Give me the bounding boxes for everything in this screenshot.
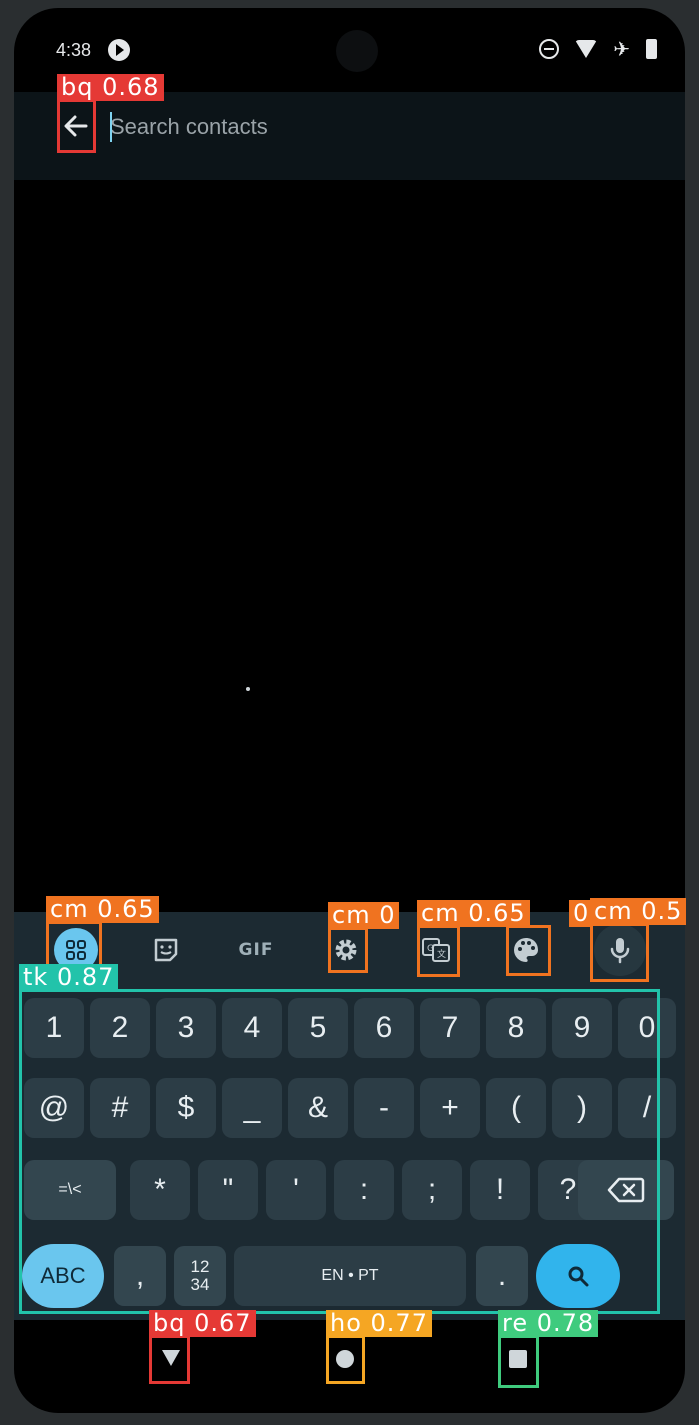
annotation-box-keyboard: tk 0.87 (19, 964, 660, 1314)
annotation-label-nav-home: ho 0.77 (326, 1310, 432, 1337)
status-time: 4:38 (56, 40, 92, 60)
play-store-icon (108, 39, 130, 61)
annotation-box-nav-back: bq 0.67 (149, 1310, 256, 1384)
annotation-box-voice: cm 0.5 (590, 898, 687, 982)
text-cursor (110, 112, 112, 142)
annotation-box-settings: cm 0 (328, 902, 400, 973)
annotation-label-translate: cm 0.65 (417, 900, 530, 927)
gif-button[interactable]: GIF (230, 922, 282, 978)
airplane-icon: ✈ (613, 37, 630, 61)
annotation-box-nav-home: ho 0.77 (326, 1310, 432, 1384)
annotation-label-back: bq 0.68 (57, 74, 164, 101)
annotation-label-nav-back: bq 0.67 (149, 1310, 256, 1337)
search-contacts-input[interactable] (110, 110, 630, 144)
annotation-box-translate: cm 0.65 (417, 900, 530, 977)
battery-icon (646, 39, 657, 59)
annotation-label-apps: cm 0.65 (46, 896, 159, 923)
annotation-label-settings: cm 0 (328, 902, 400, 929)
status-icons: ✈ (539, 39, 657, 59)
status-bar: 4:38 ✈ (14, 32, 685, 72)
annotation-box-nav-recents: re 0.78 (498, 1310, 599, 1388)
annotation-label-nav-recents: re 0.78 (498, 1310, 599, 1337)
do-not-disturb-icon (539, 39, 560, 59)
sticker-icon (154, 938, 178, 962)
annotation-box-theme: 0 (506, 900, 594, 976)
search-bar (14, 92, 685, 180)
annotation-box-back: bq 0.68 (57, 74, 164, 153)
gif-label: GIF (238, 940, 274, 960)
touch-indicator (246, 687, 250, 691)
sticker-button[interactable] (140, 922, 192, 978)
wifi-icon (575, 40, 598, 58)
annotation-label-keyboard: tk 0.87 (19, 964, 119, 991)
annotation-label-voice: cm 0.5 (590, 898, 687, 925)
phone-frame: 4:38 ✈ Search contacts GIF G 文 1 2 3 4 5… (0, 0, 699, 1425)
